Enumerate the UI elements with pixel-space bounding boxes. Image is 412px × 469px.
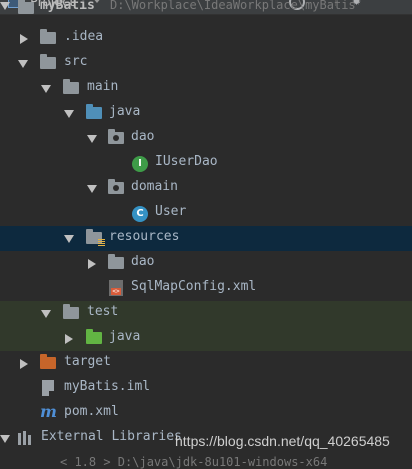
expand-arrow-icon[interactable] (20, 34, 28, 44)
tree-item-label: .idea (64, 29, 104, 44)
tree-item-label: myBatis.iml (64, 379, 151, 394)
collapse-arrow-icon[interactable] (18, 60, 28, 68)
expand-arrow-icon[interactable] (20, 359, 28, 369)
tree-item-label: domain (131, 179, 178, 194)
tree-item-user[interactable]: C User (0, 201, 412, 226)
tree-item-dao[interactable]: dao (0, 126, 412, 151)
root-module-name: myBatis (40, 0, 95, 13)
tree-item-sqlmapconfig[interactable]: <> SqlMapConfig.xml (0, 276, 412, 301)
tree-item-label: User (155, 204, 187, 219)
tree-item-label: main (87, 79, 119, 94)
tree-root-module[interactable]: myBatis D:\Workplace\IdeaWorkplace\myBat… (0, 0, 412, 18)
interface-icon: I (132, 156, 148, 172)
tree-item-main[interactable]: main (0, 76, 412, 101)
tree-item-label: dao (131, 254, 155, 269)
collapse-arrow-icon[interactable] (41, 85, 51, 93)
tree-item-label: resources (109, 229, 180, 244)
collapse-arrow-icon[interactable] (87, 185, 97, 193)
tree-item-pom-xml[interactable]: m pom.xml (0, 401, 412, 426)
tree-item-target[interactable]: target (0, 351, 412, 376)
module-folder-icon (18, 0, 34, 14)
root-module-path: D:\Workplace\IdeaWorkplace\myBatis (110, 0, 356, 12)
tree-item-iuserdao[interactable]: I IUserDao (0, 151, 412, 176)
folder-icon (108, 254, 124, 269)
folder-icon (40, 29, 56, 44)
tree-item-idea[interactable]: .idea (0, 26, 412, 51)
tree-item-src[interactable]: src (0, 51, 412, 76)
libraries-icon (18, 431, 34, 445)
iml-file-icon (42, 380, 55, 397)
tree-item-label: java (109, 104, 141, 119)
expand-arrow-icon[interactable] (65, 334, 73, 344)
tree-item-resources-dao[interactable]: dao (0, 251, 412, 276)
tree-item-mybatis-iml[interactable]: myBatis.iml (0, 376, 412, 401)
tree-item-label: src (64, 54, 88, 69)
collapse-arrow-icon[interactable] (0, 2, 10, 10)
excluded-folder-icon (40, 354, 56, 369)
resources-folder-icon (86, 229, 105, 247)
collapse-arrow-icon[interactable] (64, 110, 74, 118)
class-icon: C (132, 206, 148, 222)
maven-icon: m (40, 402, 57, 421)
collapse-arrow-icon[interactable] (0, 435, 10, 443)
test-folder-icon (86, 329, 102, 344)
package-icon (108, 179, 124, 194)
tree-item-java-source[interactable]: java (0, 101, 412, 126)
jdk-entry-partial[interactable]: < 1.8 > D:\java\jdk-8u101-windows-x64 (60, 455, 327, 469)
watermark-text: https://blog.csdn.net/qq_40265485 (175, 433, 390, 449)
tree-item-label: IUserDao (155, 154, 218, 169)
collapse-arrow-icon[interactable] (41, 310, 51, 318)
package-icon (108, 129, 124, 144)
expand-arrow-icon[interactable] (88, 259, 96, 269)
tree-item-label: SqlMapConfig.xml (131, 279, 257, 294)
folder-icon (40, 54, 56, 69)
tree-item-test[interactable]: test (0, 301, 412, 326)
xml-file-icon: <> (109, 280, 123, 296)
source-folder-icon (86, 104, 102, 119)
tree-item-resources[interactable]: resources (0, 226, 412, 251)
tree-item-label: target (64, 354, 111, 369)
tree-item-label: test (87, 304, 119, 319)
tree-item-label: dao (131, 129, 155, 144)
tree-item-label: pom.xml (64, 404, 119, 419)
collapse-arrow-icon[interactable] (87, 135, 97, 143)
tree-item-java-test[interactable]: java (0, 326, 412, 351)
project-tool-window: Project ✹ myBatis D:\Workplace\IdeaWorkp… (0, 0, 412, 469)
tree-item-label: java (109, 329, 141, 344)
folder-icon (63, 304, 79, 319)
folder-icon (63, 79, 79, 94)
collapse-arrow-icon[interactable] (64, 235, 74, 243)
tree-item-label: External Libraries (41, 429, 182, 444)
tree-item-domain[interactable]: domain (0, 176, 412, 201)
